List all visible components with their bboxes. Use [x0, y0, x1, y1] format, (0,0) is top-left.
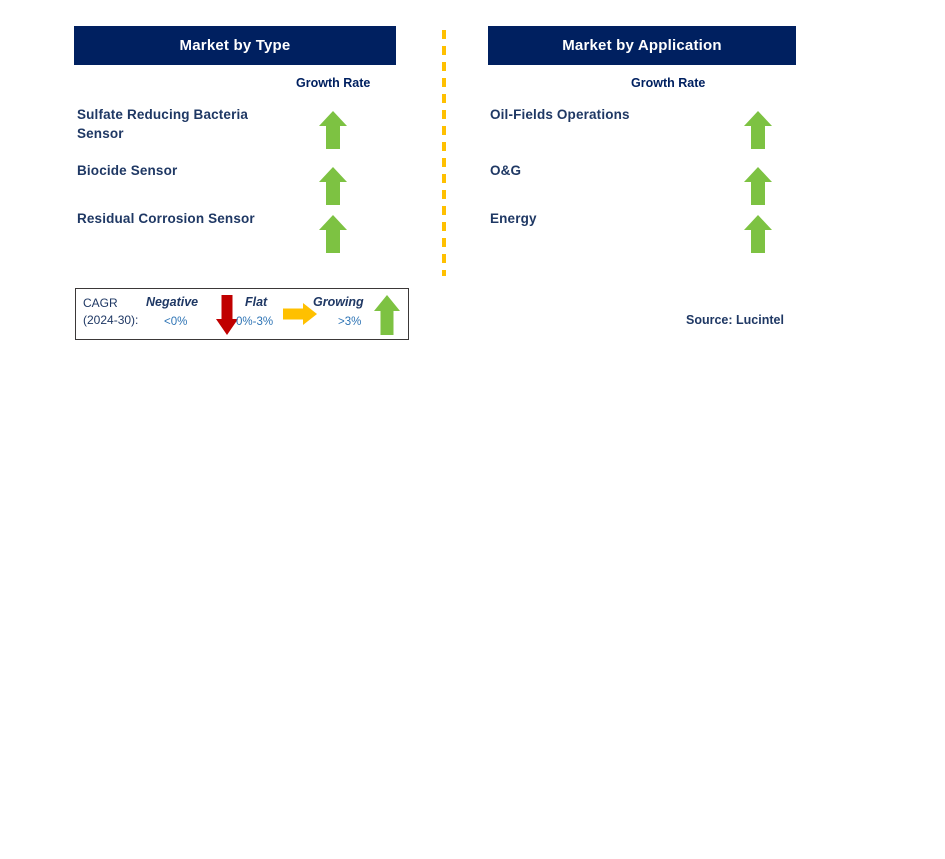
legend-cagr-label: CAGR (2024-30): — [83, 295, 138, 329]
arrow-up-green-icon — [743, 166, 773, 211]
arrow-up-green-icon — [743, 214, 773, 259]
legend-cagr-line1: CAGR — [83, 296, 118, 310]
row-label: Biocide Sensor — [77, 163, 178, 178]
legend-cagr-line2: (2024-30): — [83, 313, 139, 327]
market-by-application-rows: Oil-Fields Operations O&G Energy — [488, 105, 796, 257]
arrow-up-green-icon — [318, 110, 348, 155]
market-by-type-rows: Sulfate Reducing Bacteria Sensor Biocide… — [74, 105, 396, 257]
arrow-up-green-icon — [318, 166, 348, 211]
growth-rate-label-type: Growth Rate — [296, 76, 371, 90]
row-label: Oil-Fields Operations — [490, 107, 630, 122]
row-label: Residual Corrosion Sensor — [77, 211, 255, 226]
row-label: Energy — [490, 211, 537, 226]
market-by-type-header: Market by Type — [74, 26, 396, 65]
vertical-dashed-divider — [442, 30, 446, 276]
cagr-legend: CAGR (2024-30): Negative <0% Flat 0%-3% … — [75, 288, 409, 340]
arrow-up-green-icon — [743, 110, 773, 155]
row-label: O&G — [490, 163, 522, 178]
legend-range-flat: 0%-3% — [236, 316, 274, 328]
legend-term-negative: Negative — [146, 295, 199, 309]
table-row: Energy — [488, 209, 796, 257]
table-row: Oil-Fields Operations — [488, 105, 796, 161]
legend-term-growing: Growing — [313, 295, 364, 309]
row-label: Sulfate Reducing Bacteria Sensor — [77, 107, 249, 141]
table-row: Residual Corrosion Sensor — [74, 209, 396, 257]
source-note: Source: Lucintel — [686, 313, 784, 327]
legend-range-growing: >3% — [338, 316, 362, 328]
table-row: Biocide Sensor — [74, 161, 396, 209]
table-row: O&G — [488, 161, 796, 209]
legend-range-negative: <0% — [164, 316, 188, 328]
legend-term-flat: Flat — [245, 295, 268, 309]
table-row: Sulfate Reducing Bacteria Sensor — [74, 105, 396, 161]
arrow-up-green-icon — [373, 294, 401, 341]
arrow-up-green-icon — [318, 214, 348, 259]
growth-rate-label-application: Growth Rate — [631, 76, 706, 90]
market-by-application-header: Market by Application — [488, 26, 796, 65]
